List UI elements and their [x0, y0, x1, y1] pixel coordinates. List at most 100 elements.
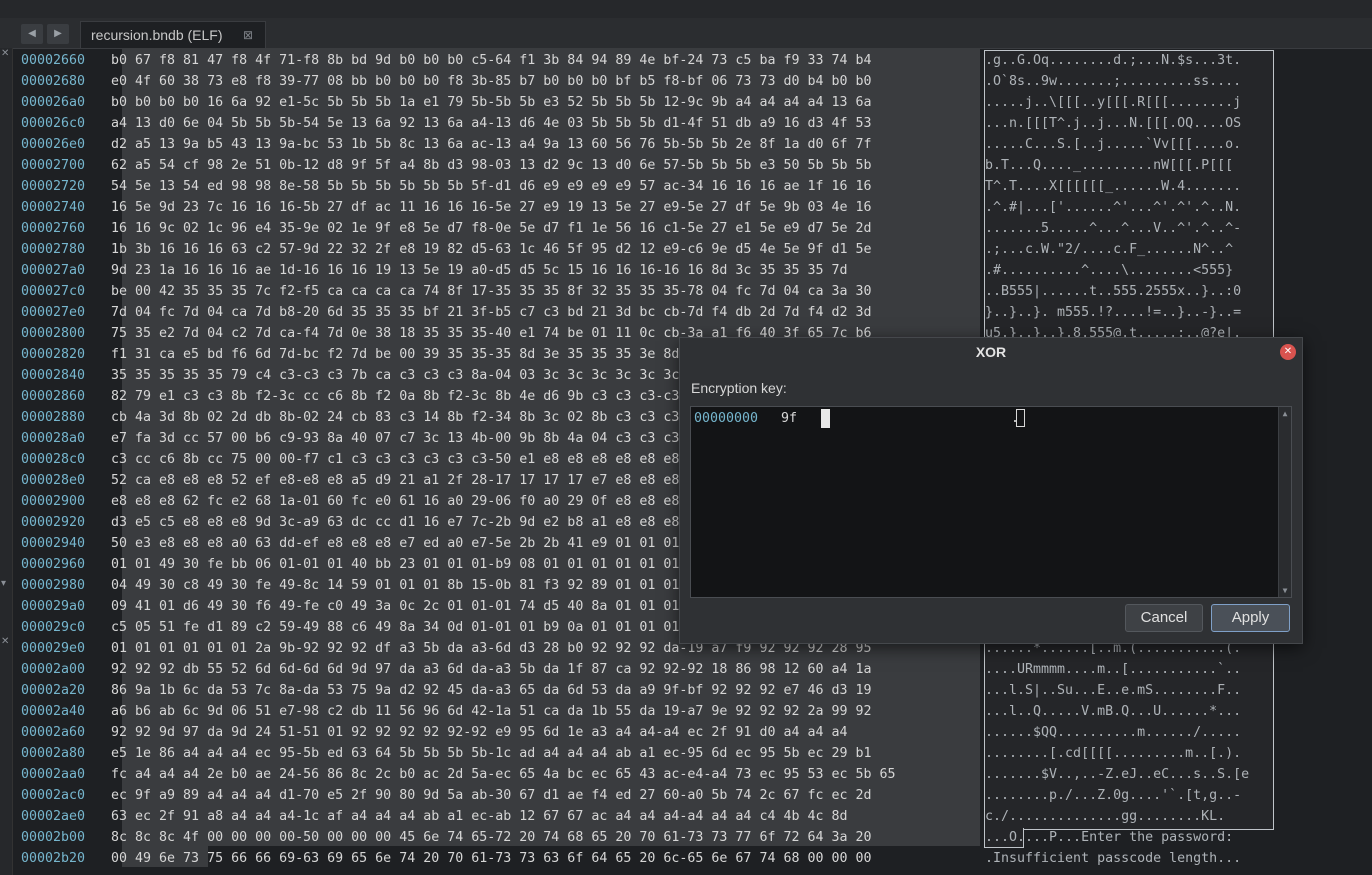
row-ascii: c./..............gg........KL. — [985, 809, 1226, 824]
ascii-cursor — [1016, 409, 1025, 427]
row-hex-bytes: 00 49 6e 73 75 66 66 69-63 69 65 6e 74 2… — [111, 851, 872, 866]
row-hex-bytes: e0 4f 60 38 73 e8 f8 39-77 08 bb b0 b0 b… — [111, 74, 872, 89]
row-hex-bytes: 86 9a 1b 6c da 53 7c 8a-da 53 75 9a d2 9… — [111, 683, 872, 698]
left-panel-strip: ✕ ▾ ✕ — [0, 48, 13, 875]
row-address: 00002760 — [21, 221, 86, 236]
scroll-down-icon[interactable]: ▼ — [1280, 586, 1290, 595]
row-address: 00002800 — [21, 326, 86, 341]
encryption-key-label: Encryption key: — [691, 380, 787, 396]
chevron-left-icon: ◀ — [28, 28, 36, 39]
row-hex-bytes: 54 5e 13 54 ed 98 98 8e-58 5b 5b 5b 5b 5… — [111, 179, 872, 194]
row-address: 00002980 — [21, 578, 86, 593]
cancel-button[interactable]: Cancel — [1125, 604, 1203, 632]
row-hex-bytes: 1b 3b 16 16 16 63 c2 57-9d 22 32 2f e8 1… — [111, 242, 872, 257]
row-hex-bytes: 9d 23 1a 16 16 16 ae 1d-16 16 16 19 13 5… — [111, 263, 848, 278]
row-ascii: .......5.....^...^...V..^'.^..^- — [985, 221, 1242, 236]
row-ascii: }..}..}. m555.!?....!=..}..-}..= — [985, 305, 1242, 320]
row-ascii: T^.T....X[[[[[[_......W.4....... — [985, 179, 1242, 194]
apply-button[interactable]: Apply — [1211, 604, 1290, 632]
tab-recursion-bndb[interactable]: recursion.bndb (ELF) ⊠ — [80, 21, 266, 48]
row-ascii: ......$QQ..........m....../..... — [985, 725, 1242, 740]
row-address: 000028e0 — [21, 473, 86, 488]
row-hex-bytes: a6 b6 ab 6c 9d 06 51 e7-98 c2 db 11 56 9… — [111, 704, 872, 719]
scroll-up-icon[interactable]: ▲ — [1280, 409, 1290, 418]
row-ascii: .....j..\[[[..y[[[.R[[[........j — [985, 95, 1242, 110]
row-ascii: ....URmmmm....m..[...........`.. — [985, 662, 1242, 677]
row-address: 000027e0 — [21, 305, 86, 320]
row-address: 00002b00 — [21, 830, 86, 845]
row-address: 00002740 — [21, 200, 86, 215]
row-address: 00002820 — [21, 347, 86, 362]
row-address: 000026c0 — [21, 116, 86, 131]
row-ascii: ..B555|......t..555.2555x..}..:0 — [985, 284, 1242, 299]
row-address: 000029c0 — [21, 620, 86, 635]
row-hex-bytes: b0 b0 b0 b0 16 6a 92 e1-5c 5b 5b 5b 1a e… — [111, 95, 872, 110]
chevron-down-icon[interactable]: ▾ — [1, 578, 6, 589]
row-hex-bytes: d2 a5 13 9a b5 43 13 9a-bc 53 1b 5b 8c 1… — [111, 137, 872, 152]
row-hex-bytes: 16 16 9c 02 1c 96 e4 35-9e 02 1e 9f e8 5… — [111, 221, 872, 236]
row-hex-bytes: ec 9f a9 89 a4 a4 a4 d1-70 e5 2f 90 80 9… — [111, 788, 872, 803]
row-address: 00002700 — [21, 158, 86, 173]
xor-dialog: XOR ✕ Encryption key: 00000000 9f . ▲ ▼ … — [679, 337, 1303, 644]
row-address: 00002720 — [21, 179, 86, 194]
row-hex-bytes: 8c 8c 8c 4f 00 00 00 00-50 00 00 00 45 6… — [111, 830, 872, 845]
row-ascii: ...n.[[[T^.j..j...N.[[[.OQ....OS — [985, 116, 1242, 131]
row-address: 00002a40 — [21, 704, 86, 719]
vertical-scrollbar[interactable]: ▲ ▼ — [1278, 407, 1291, 597]
row-address: 000027c0 — [21, 284, 86, 299]
encryption-key-editor[interactable]: 00000000 9f . ▲ ▼ — [690, 406, 1292, 598]
row-ascii: ...O....P...Enter the password: — [985, 830, 1242, 845]
row-address: 000026a0 — [21, 95, 86, 110]
key-address: 00000000 — [694, 411, 759, 426]
row-address: 000028a0 — [21, 431, 86, 446]
row-hex-bytes: be 00 42 35 35 35 7c f2-f5 ca ca ca ca 7… — [111, 284, 872, 299]
chevron-right-icon: ▶ — [54, 28, 62, 39]
close-icon[interactable]: ⊠ — [243, 22, 253, 49]
row-ascii: ...l..Q.....V.mB.Q...U......*... — [985, 704, 1242, 719]
text-cursor — [821, 409, 830, 428]
close-icon[interactable]: ✕ — [1280, 344, 1296, 360]
forward-button[interactable]: ▶ — [47, 24, 69, 44]
row-ascii: .#..........^....\........<555} — [985, 263, 1234, 278]
row-address: 000028c0 — [21, 452, 86, 467]
row-hex-bytes: 7d 04 fc 7d 04 ca 7d b8-20 6d 35 35 35 b… — [111, 305, 872, 320]
row-address: 000029a0 — [21, 599, 86, 614]
row-ascii: .;...c.W."2/....c.F_......N^..^ — [985, 242, 1234, 257]
row-address: 00002b20 — [21, 851, 86, 866]
row-address: 00002a00 — [21, 662, 86, 677]
row-hex-bytes: 16 5e 9d 23 7c 16 16 16-5b 27 df ac 11 1… — [111, 200, 872, 215]
row-ascii: ........p./...Z.0g....'`.[t,g..- — [985, 788, 1242, 803]
dialog-title: XOR — [680, 338, 1302, 366]
row-hex-bytes: 92 92 92 db 55 52 6d 6d-6d 6d 9d 97 da a… — [111, 662, 872, 677]
row-ascii: .^.#|...['......^'...^'.^'.^..N. — [985, 200, 1242, 215]
top-bar — [0, 0, 1372, 18]
back-button[interactable]: ◀ — [21, 24, 43, 44]
row-ascii: ...l.S|..Su...E..e.mS........F.. — [985, 683, 1242, 698]
row-hex-bytes: fc a4 a4 a4 2e b0 ae 24-56 86 8c 2c b0 a… — [111, 767, 896, 782]
row-hex-bytes: b0 67 f8 81 47 f8 4f 71-f8 8b bd 9d b0 b… — [111, 53, 872, 68]
row-address: 00002660 — [21, 53, 86, 68]
row-address: 00002a80 — [21, 746, 86, 761]
row-address: 00002920 — [21, 515, 86, 530]
tab-label: recursion.bndb (ELF) — [91, 27, 223, 43]
row-ascii: .g..G.Oq........d.;...N.$s...3t. — [985, 53, 1242, 68]
row-address: 00002aa0 — [21, 767, 86, 782]
row-ascii: b.T...Q...._.........nW[[[.P[[[ — [985, 158, 1234, 173]
row-hex-bytes: e5 1e 86 a4 a4 a4 ec 95-5b ed 63 64 5b 5… — [111, 746, 872, 761]
row-address: 00002880 — [21, 410, 86, 425]
row-address: 000029e0 — [21, 641, 86, 656]
row-address: 00002840 — [21, 368, 86, 383]
row-ascii: .O`8s..9w.......;.........ss.... — [985, 74, 1242, 89]
row-ascii: .....C...S.[..j.....`Vv[[[....o. — [985, 137, 1242, 152]
close-icon[interactable]: ✕ — [1, 48, 9, 59]
close-icon[interactable]: ✕ — [1, 636, 9, 647]
row-address: 00002940 — [21, 536, 86, 551]
row-address: 000026e0 — [21, 137, 86, 152]
row-ascii: .Insufficient passcode length... — [985, 851, 1242, 866]
row-hex-bytes: 63 ec 2f 91 a8 a4 a4 a4-1c af a4 a4 a4 a… — [111, 809, 848, 824]
row-address: 00002ae0 — [21, 809, 86, 824]
row-ascii: ........[.cd[[[[.........m..[.). — [985, 746, 1242, 761]
row-hex-bytes: a4 13 d0 6e 04 5b 5b 5b-54 5e 13 6a 92 1… — [111, 116, 872, 131]
tab-bar: ◀ ▶ recursion.bndb (ELF) ⊠ — [0, 18, 1372, 49]
key-hex: 9f — [781, 411, 798, 426]
